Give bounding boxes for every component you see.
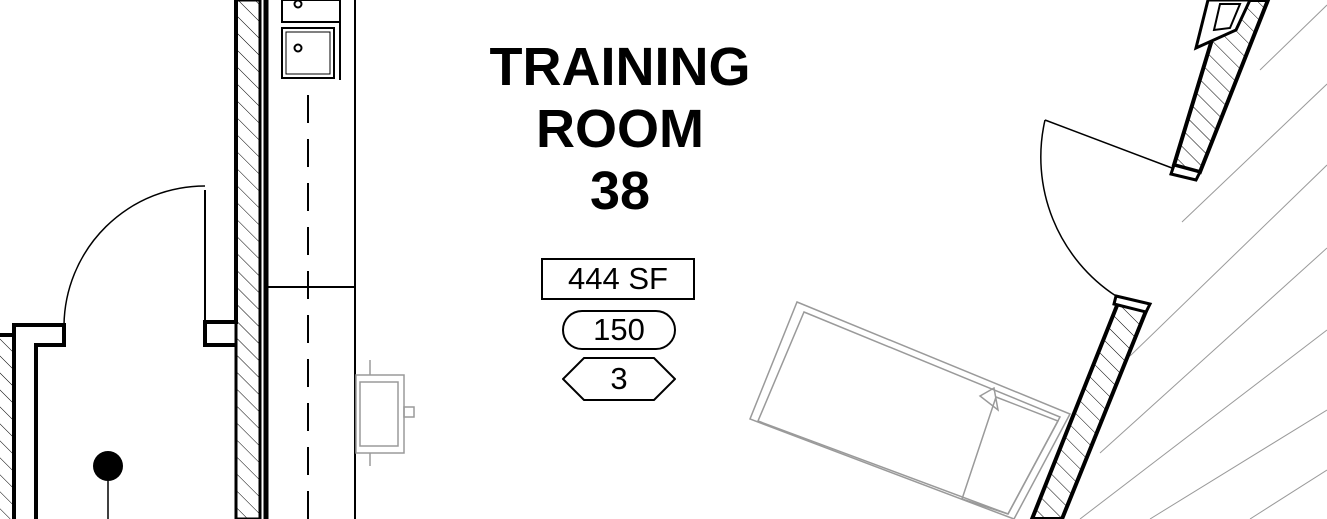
chair-furniture (355, 360, 415, 466)
table-furniture (749, 301, 1072, 519)
room-name-line1: TRAINING (489, 37, 751, 97)
angled-wall-upper (1169, 0, 1271, 182)
left-wall-outline (0, 323, 66, 519)
column-marker (93, 451, 123, 519)
room-name-line2: ROOM (536, 99, 704, 159)
room-number: 38 (589, 161, 651, 221)
casework-corridor (263, 0, 356, 519)
angled-wall-lower (1029, 294, 1153, 519)
left-hatched-wall (234, 0, 262, 519)
level-tag: 3 (610, 361, 628, 396)
right-door-swing (1040, 119, 1173, 297)
room-name-label: TRAINING ROOM 38 (440, 36, 800, 222)
area-tag: 444 SF (541, 258, 695, 300)
occupancy-tag: 150 (562, 310, 676, 350)
left-door-swing (63, 185, 206, 326)
door-jamb (203, 0, 238, 347)
